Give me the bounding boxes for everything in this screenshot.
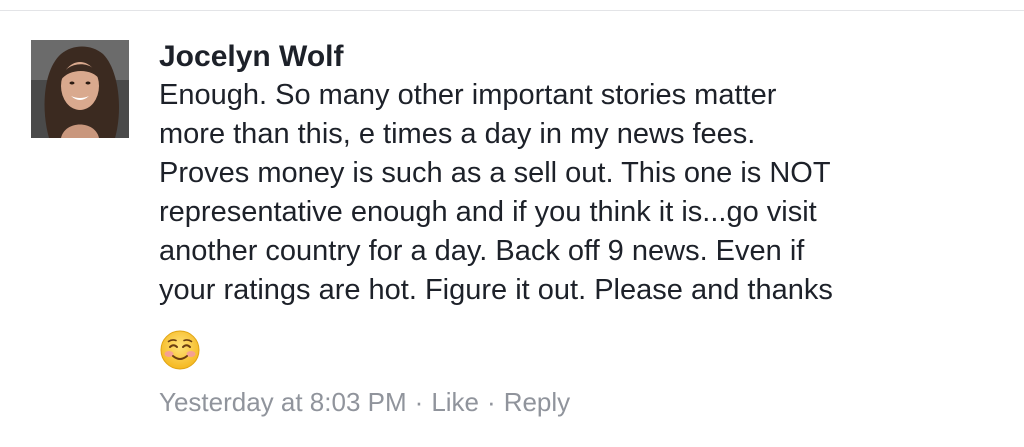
smiling-face-with-rosy-cheeks-icon <box>160 330 200 370</box>
comment-text-line: representative enough and if you think i… <box>159 196 817 228</box>
comment-text-line: your ratings are hot. Figure it out. Ple… <box>159 274 833 306</box>
comment-text-line: Enough. So many other important stories … <box>159 79 777 111</box>
author-name[interactable]: Jocelyn Wolf <box>159 38 1009 76</box>
like-link[interactable]: Like <box>431 384 479 420</box>
comment-text-line: more than this, e times a day in my news… <box>159 118 756 150</box>
comment-text-line: Proves money is such as a sell out. This… <box>159 157 831 189</box>
comment-text: Enough. So many other important stories … <box>159 76 1009 310</box>
separator-dot: · <box>414 387 424 417</box>
reply-link[interactable]: Reply <box>504 384 570 420</box>
avatar[interactable] <box>31 40 129 138</box>
separator-dot: · <box>487 387 496 417</box>
timestamp[interactable]: Yesterday at 8:03 PM <box>159 384 407 420</box>
comment-text-line: another country for a day. Back off 9 ne… <box>159 235 805 267</box>
comment-meta: Yesterday at 8:03 PM · Like · Reply <box>159 384 570 420</box>
comment-body: Jocelyn Wolf Enough. So many other impor… <box>159 38 1009 417</box>
avatar-photo <box>31 40 129 138</box>
comment: Jocelyn Wolf Enough. So many other impor… <box>0 0 1024 447</box>
